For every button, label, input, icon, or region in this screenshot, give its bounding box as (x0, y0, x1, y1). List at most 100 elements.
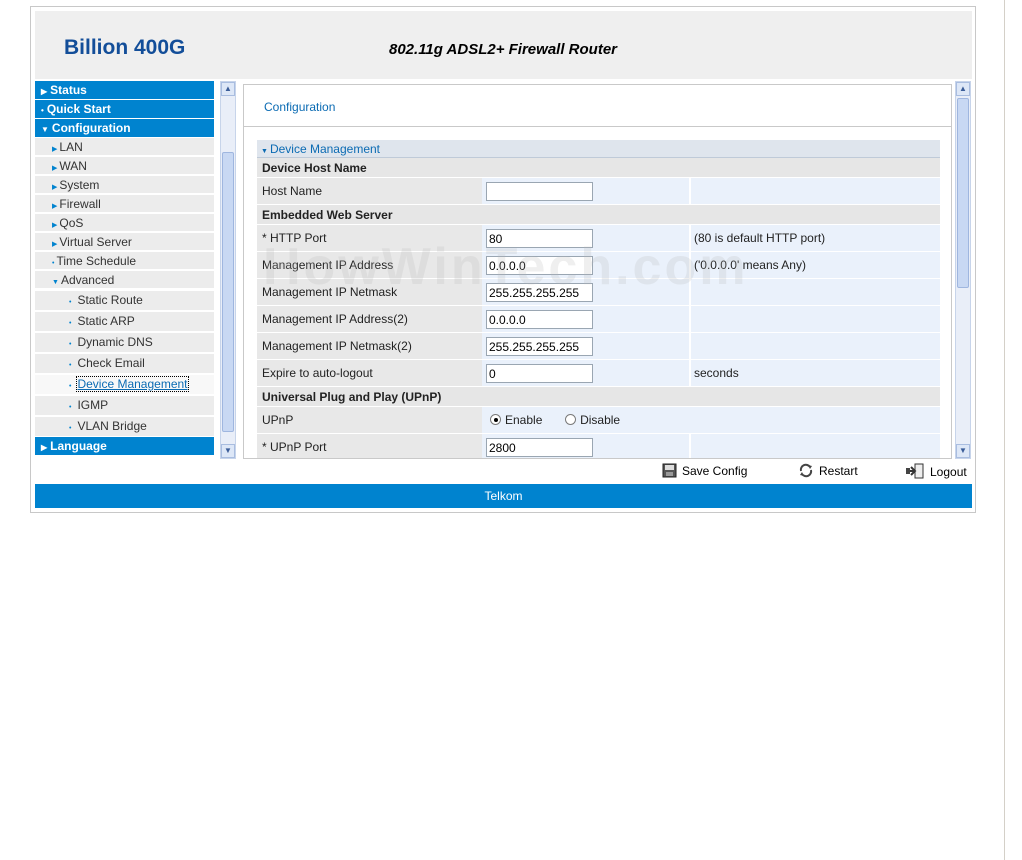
row-mgmt-mask2: Management IP Netmask(2) (257, 333, 940, 360)
nav-quick-start-label: Quick Start (46, 102, 111, 116)
floppy-disk-icon (662, 463, 677, 481)
section-host-name: Device Host Name (257, 158, 940, 178)
triangle-right-icon: ▶ (52, 222, 58, 229)
http-port-input[interactable] (486, 229, 593, 248)
nav-system[interactable]: ▶ System (35, 176, 214, 194)
nav-pane: ▶ Status • Quick Start ▼ Configuration ▶ LAN… (35, 81, 236, 459)
brand-title: Billion 400G (64, 36, 186, 59)
mgmt-ip-label: Management IP Address (257, 252, 482, 278)
nav-wan-label: WAN (59, 159, 87, 173)
scroll-up-icon[interactable]: ▲ (956, 82, 970, 96)
triangle-right-icon: ▶ (52, 203, 58, 210)
logout-button[interactable]: Logout (905, 463, 967, 481)
scroll-up-icon[interactable]: ▲ (221, 82, 235, 96)
content-scrollbar[interactable]: ▲ ▼ (955, 81, 971, 459)
triangle-right-icon: ▶ (52, 241, 58, 248)
mgmt-ip-input[interactable] (486, 256, 593, 275)
nav-qos[interactable]: ▶ QoS (35, 214, 214, 232)
footer-bar: Telkom (35, 484, 972, 508)
nav-advanced-label: Advanced (60, 273, 115, 287)
mgmt-mask2-label: Management IP Netmask(2) (257, 333, 482, 359)
mgmt-mask2-input[interactable] (486, 337, 593, 356)
nav-virtual-server[interactable]: ▶ Virtual Server (35, 233, 214, 251)
nav-static-route[interactable]: • Static Route (35, 291, 214, 310)
bullet-icon: • (69, 383, 72, 390)
nav-static-arp[interactable]: • Static ARP (35, 312, 214, 331)
row-expire: Expire to auto-logout seconds (257, 360, 940, 387)
nav-virtual-server-label: Virtual Server (59, 235, 132, 249)
bullet-icon: • (69, 362, 72, 369)
mgmt-mask-label: Management IP Netmask (257, 279, 482, 305)
host-name-label: Host Name (257, 178, 482, 204)
nav-configuration[interactable]: ▼ Configuration (35, 119, 214, 137)
content-pane: Configuration ▼ Device Management Device … (243, 84, 952, 459)
restart-button[interactable]: Restart (798, 463, 858, 481)
row-http-port: * HTTP Port (80 is default HTTP port) (257, 225, 940, 252)
nav-static-route-label: Static Route (77, 293, 143, 307)
breadcrumb-area: Configuration (244, 85, 951, 127)
nav-language-label: Language (50, 439, 107, 453)
scroll-down-icon[interactable]: ▼ (221, 444, 235, 458)
nav-dynamic-dns-label: Dynamic DNS (77, 335, 153, 349)
browser-scrollbar[interactable] (1004, 0, 1022, 860)
mgmt-mask2-cell (482, 333, 690, 359)
panel-header[interactable]: ▼ Device Management (257, 140, 940, 158)
upnp-enable-radio[interactable] (490, 414, 501, 425)
nav-firewall-label: Firewall (59, 197, 101, 211)
product-subtitle: 802.11g ADSL2+ Firewall Router (389, 41, 617, 58)
bullet-icon: • (52, 260, 55, 267)
nav-system-label: System (59, 178, 100, 192)
bullet-icon: • (69, 425, 72, 432)
section-web-server: Embedded Web Server (257, 205, 940, 225)
nav-advanced[interactable]: ▼ Advanced (35, 271, 214, 289)
nav-qos-label: QoS (59, 216, 84, 230)
upnp-disable-radio[interactable] (565, 414, 577, 425)
nav-wan[interactable]: ▶ WAN (35, 157, 214, 175)
row-mgmt-mask: Management IP Netmask (257, 279, 940, 306)
nav-scrollbar[interactable]: ▲ ▼ (220, 81, 236, 459)
nav-lan-label: LAN (59, 140, 83, 154)
row-host-name: Host Name (257, 178, 940, 205)
nav-status[interactable]: ▶ Status (35, 81, 214, 99)
mgmt-mask-input[interactable] (486, 283, 593, 302)
mgmt-mask-cell (482, 279, 690, 305)
nav-configuration-label: Configuration (51, 121, 131, 135)
device-management-panel: ▼ Device Management Device Host Name Host… (257, 140, 940, 458)
mgmt-ip2-cell (482, 306, 690, 332)
host-name-note (691, 178, 940, 204)
nav-device-management[interactable]: • Device Management (35, 375, 214, 394)
mgmt-ip2-label: Management IP Address(2) (257, 306, 482, 332)
bullet-icon: • (69, 404, 72, 411)
upnp-enable-label: Enable (505, 413, 543, 427)
logout-label: Logout (930, 465, 967, 479)
breadcrumb[interactable]: Configuration (264, 100, 335, 114)
host-name-cell (482, 178, 690, 204)
triangle-right-icon: ▶ (52, 184, 58, 191)
host-name-input[interactable] (486, 182, 593, 201)
save-config-button[interactable]: Save Config (662, 463, 747, 481)
expire-label: Expire to auto-logout (257, 360, 482, 386)
upnp-cell: Enable Disable (482, 407, 940, 433)
bullet-icon: • (41, 106, 44, 115)
triangle-down-icon: ▼ (41, 125, 49, 134)
nav-lan[interactable]: ▶ LAN (35, 138, 214, 156)
content-scroll-thumb[interactable] (957, 98, 969, 288)
expire-input[interactable] (486, 364, 593, 383)
nav-check-email[interactable]: • Check Email (35, 354, 214, 373)
nav-check-email-label: Check Email (77, 356, 145, 370)
mgmt-ip2-input[interactable] (486, 310, 593, 329)
nav-igmp[interactable]: • IGMP (35, 396, 214, 415)
nav-language[interactable]: ▶ Language (35, 437, 214, 455)
nav-firewall[interactable]: ▶ Firewall (35, 195, 214, 213)
nav-scroll-thumb[interactable] (222, 152, 234, 432)
nav-vlan-bridge[interactable]: • VLAN Bridge (35, 417, 214, 436)
row-mgmt-ip2: Management IP Address(2) (257, 306, 940, 333)
row-upnp-port: * UPnP Port (257, 434, 940, 458)
scroll-down-icon[interactable]: ▼ (956, 444, 970, 458)
bullet-icon: • (69, 320, 72, 327)
upnp-port-input[interactable] (486, 438, 593, 457)
nav-quick-start[interactable]: • Quick Start (35, 100, 214, 118)
nav-time-schedule[interactable]: • Time Schedule (35, 252, 214, 270)
nav-dynamic-dns[interactable]: • Dynamic DNS (35, 333, 214, 352)
mgmt-mask-note (691, 279, 940, 305)
